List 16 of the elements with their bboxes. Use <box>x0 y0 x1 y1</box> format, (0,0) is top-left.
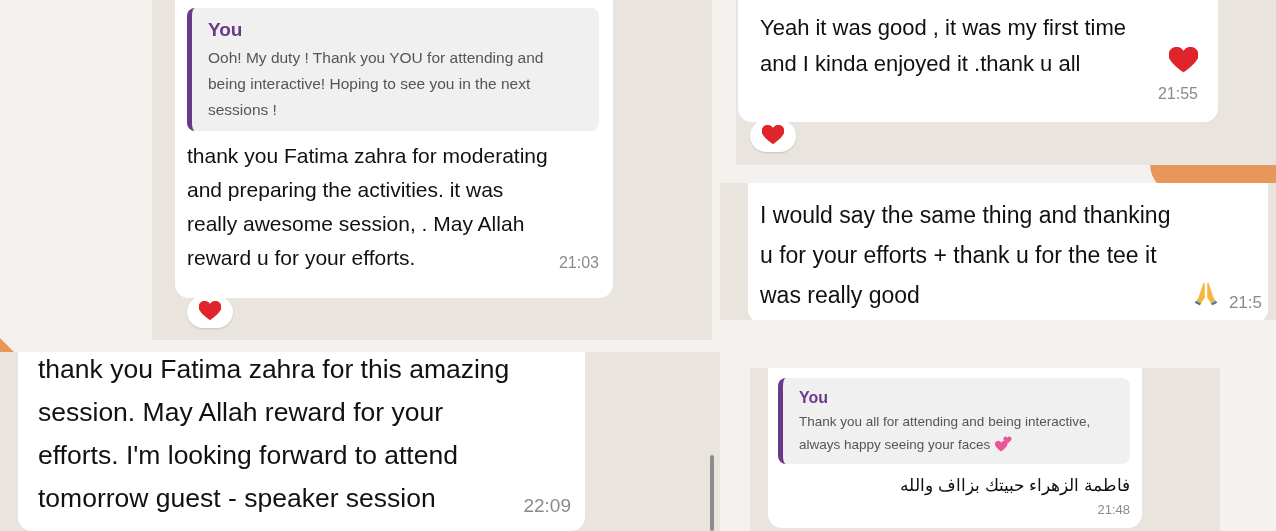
message-time: 21:03 <box>558 252 599 273</box>
message-text: thank you Fatima zahra for moderating and preparing the activities. it was really awesome session, . May Allah reward u for your efforts. <box>187 143 548 269</box>
heart-icon <box>199 301 221 323</box>
quote-text: Ooh! My duty ! Thank you YOU for attending and being interactive! Hoping to see you in the next sessions ! <box>208 47 545 120</box>
message-time: 22:09 <box>523 493 571 518</box>
heart-icon <box>762 125 784 147</box>
message-text: thank you Fatima zahra for this amazing session. May Allah reward for your efforts. I'm looking forward to attend tomorrow guest - speaker session <box>38 354 510 513</box>
message-time: 21:55 <box>1157 84 1198 104</box>
quote-text: Thank you all for attending and being interactive, always happy seeing your faces <box>799 413 1092 455</box>
message-text: I would say the same thing and thanking u for your efforts + thank u for the tee it was really good <box>760 201 1172 310</box>
message-time: 21:5 <box>1228 291 1262 314</box>
message-text: Yeah it was good , it was my first time and I kinda enjoyed it .thank u all <box>760 14 1127 78</box>
quote-author: You <box>208 18 244 42</box>
message-time: 21:48 <box>1097 501 1130 519</box>
message-text: فاطمة الزهراء حبيتك بزااف والله <box>900 476 1130 495</box>
quote-author: You <box>799 388 830 408</box>
